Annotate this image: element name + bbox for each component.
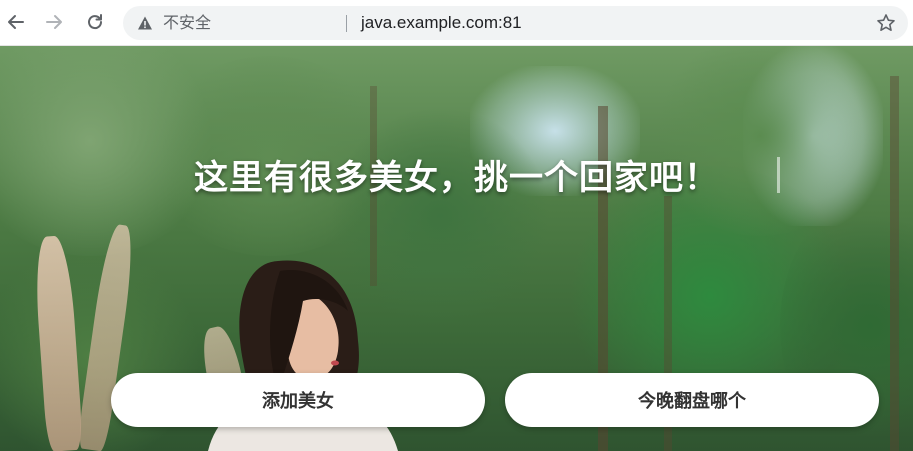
url-text[interactable]: java.example.com:81 bbox=[361, 13, 522, 33]
text-cursor bbox=[777, 157, 780, 193]
arrow-right-icon bbox=[46, 15, 62, 29]
reload-button[interactable] bbox=[81, 8, 109, 36]
arrow-left-icon bbox=[8, 15, 24, 29]
security-status-label[interactable]: 不安全 bbox=[163, 14, 211, 32]
address-bar[interactable]: 不安全 java.example.com:81 bbox=[123, 6, 908, 40]
tree-trunk bbox=[890, 76, 899, 451]
reload-icon bbox=[88, 14, 103, 30]
hero-background: 这里有很多美女，挑一个回家吧！ 添加美女 今晚翻盘哪个 bbox=[0, 46, 913, 451]
warning-triangle-icon[interactable] bbox=[137, 15, 153, 31]
address-separator bbox=[346, 15, 347, 32]
pick-tonight-button[interactable]: 今晚翻盘哪个 bbox=[505, 373, 879, 427]
forward-button[interactable] bbox=[40, 8, 68, 36]
add-beauty-button[interactable]: 添加美女 bbox=[111, 373, 485, 427]
browser-toolbar: 不安全 java.example.com:81 bbox=[0, 0, 913, 46]
back-button[interactable] bbox=[2, 8, 30, 36]
star-icon[interactable] bbox=[876, 13, 896, 33]
